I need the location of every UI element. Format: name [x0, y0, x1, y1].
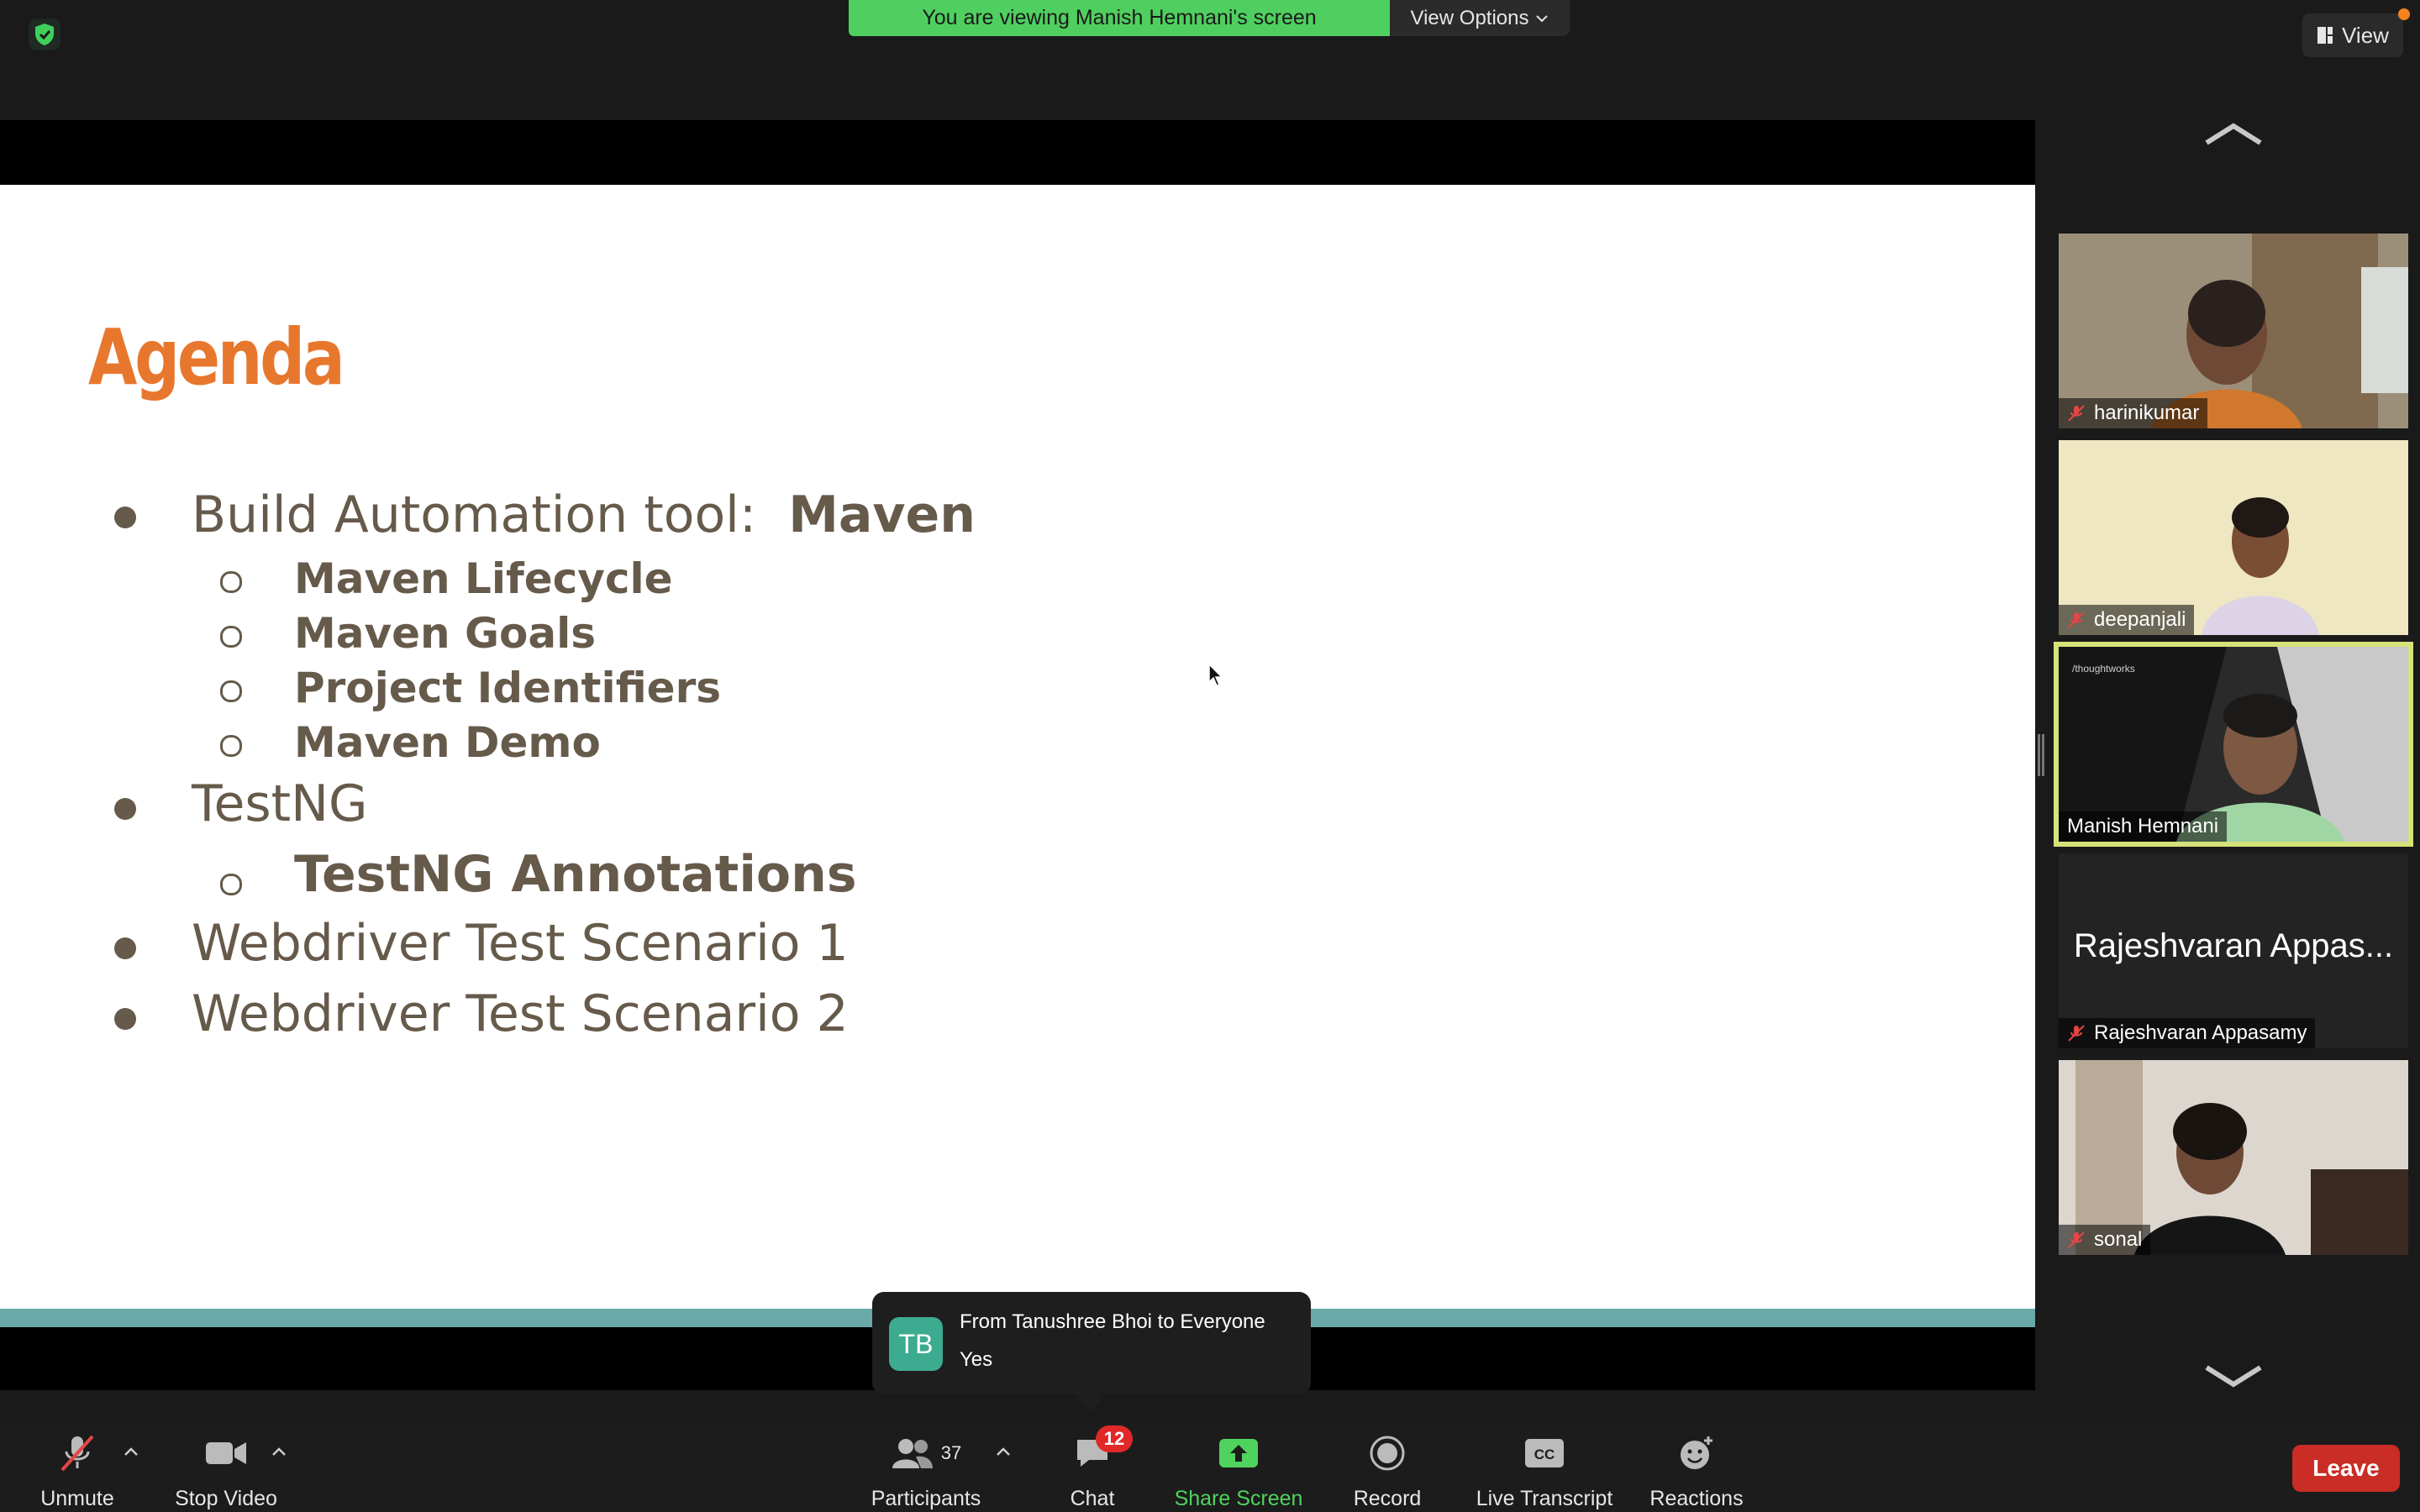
chat-label: Chat	[1070, 1487, 1115, 1510]
agenda-subitem: Maven Goals	[294, 609, 597, 658]
participant-count: 37	[940, 1442, 962, 1463]
share-screen-button[interactable]: Share Screen	[1173, 1433, 1304, 1511]
participant-name-chip: Manish Hemnani	[2059, 811, 2228, 842]
unmute-label: Unmute	[40, 1487, 114, 1510]
video-options-chevron-icon[interactable]	[271, 1443, 287, 1460]
bullet-dot	[114, 1008, 136, 1030]
bullet-dot	[114, 937, 136, 959]
security-shield-icon[interactable]	[29, 18, 60, 50]
participant-display-name: Rajeshvaran Appas...	[2073, 927, 2394, 964]
agenda-subitem: Maven Demo	[294, 718, 601, 767]
video-tile[interactable]: deepanjali	[2059, 440, 2408, 635]
view-label: View	[2342, 22, 2389, 48]
bullet-dot	[114, 798, 136, 820]
chat-message: Yes	[960, 1348, 993, 1371]
view-options-button[interactable]: View Options	[1390, 0, 1570, 36]
participants-label: Participants	[871, 1487, 981, 1510]
chevron-down-icon	[1536, 14, 1549, 22]
participant-name-chip: harinikumar	[2059, 398, 2208, 428]
gallery-layout-icon	[2317, 27, 2333, 44]
participant-name: harinikumar	[2094, 402, 2200, 424]
bullet-ring	[220, 735, 242, 757]
agenda-item-emphasis: Maven	[788, 486, 976, 544]
record-icon	[1370, 1436, 1405, 1471]
reactions-button[interactable]: Reactions	[1647, 1433, 1746, 1511]
scroll-up-icon[interactable]	[2203, 123, 2264, 146]
agenda-item-text: Build Automation tool:	[192, 486, 757, 544]
agenda-subitem: TestNG Annotations	[294, 845, 857, 904]
chat-sender: From Tanushree Bhoi to Everyone	[960, 1310, 1265, 1333]
agenda-item: Build Automation tool: Maven	[192, 486, 976, 544]
participant-name: sonal	[2094, 1228, 2143, 1251]
mouse-cursor-icon	[1208, 664, 1223, 686]
agenda-item: Webdriver Test Scenario 2	[192, 984, 849, 1043]
video-tile[interactable]: Rajeshvaran Appas... Rajeshvaran Appasam…	[2059, 853, 2408, 1048]
scroll-down-icon[interactable]	[2203, 1364, 2264, 1388]
stop-video-button[interactable]: Stop Video	[171, 1433, 281, 1511]
bullet-ring	[220, 571, 242, 593]
viewing-screen-banner: You are viewing Manish Hemnani's screen	[849, 0, 1390, 36]
svg-text:/thoughtworks: /thoughtworks	[2072, 663, 2135, 675]
participant-name: Rajeshvaran Appasamy	[2094, 1021, 2307, 1044]
muted-mic-icon	[2068, 1025, 2085, 1042]
participant-name: deepanjali	[2094, 608, 2186, 631]
participants-button[interactable]: 37 Participants	[869, 1433, 983, 1511]
audio-options-chevron-icon[interactable]	[123, 1443, 139, 1460]
bullet-ring	[220, 626, 242, 648]
share-screen-label: Share Screen	[1174, 1487, 1303, 1510]
record-button[interactable]: Record	[1349, 1433, 1425, 1511]
resize-handle[interactable]	[2038, 734, 2044, 776]
video-camera-icon	[206, 1442, 246, 1464]
bullet-ring	[220, 680, 242, 702]
video-tile[interactable]: harinikumar	[2059, 234, 2408, 428]
chat-unread-badge: 12	[1096, 1425, 1133, 1452]
agenda-subitem: Maven Lifecycle	[294, 554, 673, 603]
muted-mic-icon	[2068, 612, 2085, 628]
view-button[interactable]: View	[2302, 13, 2403, 57]
participants-icon	[892, 1439, 933, 1468]
notification-dot	[2398, 8, 2410, 20]
stop-video-label: Stop Video	[175, 1487, 277, 1510]
muted-mic-icon	[2068, 1231, 2085, 1248]
unmute-button[interactable]: Unmute	[37, 1433, 118, 1511]
muted-mic-icon	[60, 1435, 94, 1472]
view-options-label: View Options	[1410, 6, 1529, 29]
live-transcript-label: Live Transcript	[1476, 1487, 1613, 1510]
svg-text:CC: CC	[1534, 1446, 1555, 1462]
bullet-ring	[220, 874, 242, 895]
agenda-subitem: Project Identifiers	[294, 664, 721, 712]
reactions-smiley-icon	[1681, 1436, 1712, 1469]
leave-button[interactable]: Leave	[2292, 1445, 2400, 1492]
agenda-item: Webdriver Test Scenario 1	[192, 914, 849, 973]
share-screen-icon	[1219, 1439, 1258, 1467]
participants-options-chevron-icon[interactable]	[995, 1443, 1012, 1460]
live-transcript-button[interactable]: CC Live Transcript	[1470, 1433, 1618, 1511]
reactions-label: Reactions	[1649, 1487, 1744, 1510]
record-label: Record	[1353, 1487, 1422, 1510]
video-tile[interactable]: sonal	[2059, 1060, 2408, 1255]
bullet-dot	[114, 507, 136, 528]
closed-captions-icon: CC	[1525, 1439, 1564, 1467]
participant-name-chip: Rajeshvaran Appasamy	[2059, 1018, 2316, 1048]
participant-name-chip: sonal	[2059, 1225, 2151, 1255]
slide-title: Agenda	[88, 312, 345, 402]
participant-name-chip: deepanjali	[2059, 605, 2195, 635]
participant-name: Manish Hemnani	[2067, 815, 2219, 837]
video-tile-active-speaker[interactable]: /thoughtworks Manish Hemnani	[2054, 642, 2413, 847]
muted-mic-icon	[2068, 405, 2085, 422]
agenda-item: TestNG	[192, 774, 368, 833]
sender-avatar: TB	[889, 1317, 943, 1371]
